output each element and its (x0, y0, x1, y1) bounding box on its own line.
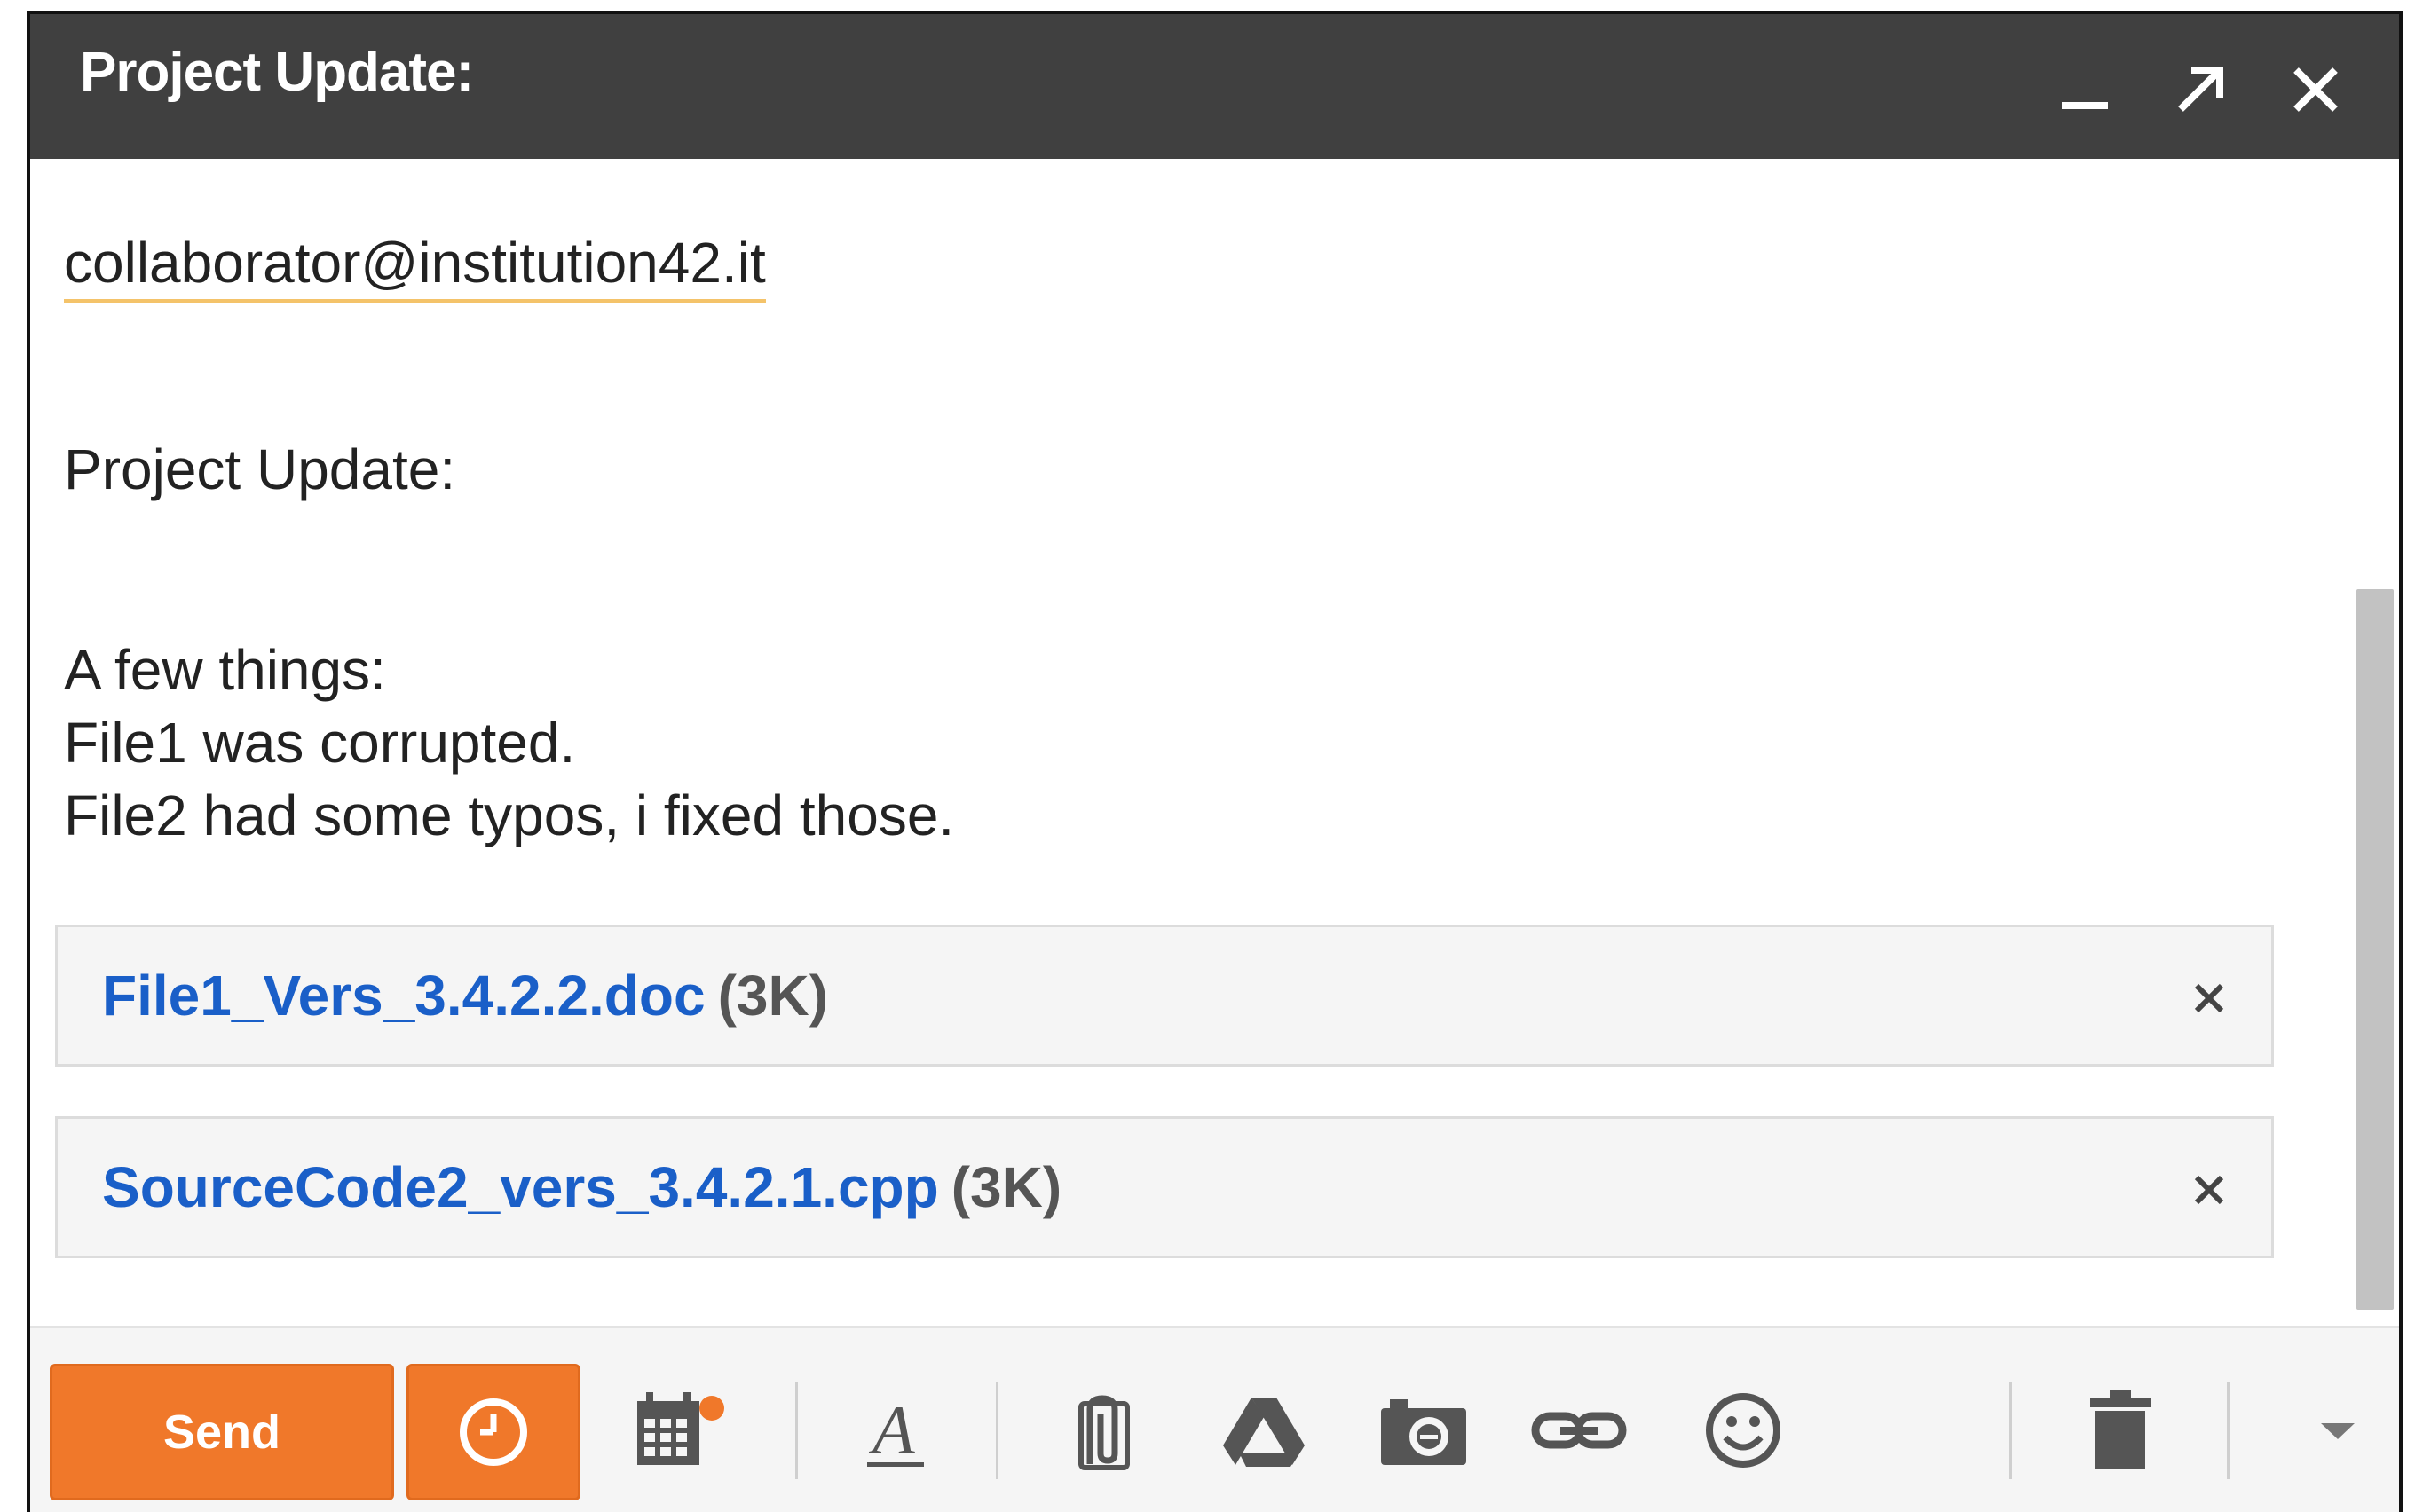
compose-window: Project Update: collaborator@institution… (27, 11, 2403, 1512)
body-scrollbar[interactable] (2356, 589, 2394, 1310)
insert-emoji-icon (1706, 1393, 1780, 1468)
formatting-icon: A (867, 1391, 924, 1469)
google-drive-icon (1223, 1398, 1305, 1467)
screen: Project Update: collaborator@institution… (0, 0, 2423, 1512)
minimize-button[interactable] (2045, 50, 2125, 130)
toolbar-separator (795, 1382, 798, 1479)
compose-title-bar[interactable]: Project Update: (30, 14, 2399, 159)
subject-field[interactable] (30, 367, 2399, 572)
remove-icon (2194, 1175, 2224, 1205)
message-body[interactable]: A few things: File1 was corrupted. File2… (30, 570, 2399, 1326)
minimize-icon (2062, 102, 2108, 109)
attachment-chip: SourceCode2_vers_3.4.2.1.cpp (3K) (55, 1116, 2274, 1258)
schedule-send-clock-icon (460, 1398, 527, 1466)
attachment-size: (3K) (717, 964, 828, 1028)
remove-icon (2194, 983, 2224, 1013)
insert-photo-button[interactable] (1366, 1373, 1481, 1488)
toolbar-separator (996, 1382, 998, 1479)
recipient-chip[interactable]: collaborator@institution42.it (64, 230, 766, 303)
attachment-filename: File1_Vers_3.4.2.2.doc (102, 964, 706, 1028)
body-line: File1 was corrupted. (64, 711, 576, 775)
close-button[interactable] (2276, 50, 2356, 130)
insert-from-drive-button[interactable] (1206, 1373, 1322, 1488)
body-line: A few things: (64, 638, 386, 702)
pop-out-arrow-icon (2178, 67, 2223, 112)
attachment-link[interactable]: File1_Vers_3.4.2.2.doc (3K) (102, 963, 828, 1028)
formatting-options-button[interactable]: A (838, 1373, 953, 1488)
toolbar-separator (2009, 1382, 2012, 1479)
close-icon (2293, 67, 2338, 112)
insert-link-icon (1531, 1412, 1627, 1449)
attachment-chip: File1_Vers_3.4.2.2.doc (3K) (55, 925, 2274, 1067)
attach-files-button[interactable] (1046, 1373, 1162, 1488)
schedule-send-button[interactable] (406, 1364, 580, 1500)
remove-attachment-button[interactable] (2174, 963, 2245, 1034)
more-options-button[interactable] (2280, 1373, 2395, 1488)
remove-attachment-button[interactable] (2174, 1154, 2245, 1225)
insert-link-button[interactable] (1521, 1373, 1637, 1488)
send-button[interactable]: Send (50, 1364, 394, 1500)
body-line: File2 had some typos, i fixed those. (64, 784, 955, 847)
compose-title: Project Update: (80, 42, 474, 103)
recipients-field[interactable]: collaborator@institution42.it (30, 159, 2399, 370)
attachment-filename: SourceCode2_vers_3.4.2.1.cpp (102, 1155, 939, 1219)
discard-draft-button[interactable] (2063, 1373, 2178, 1488)
toolbar-separator (2227, 1382, 2230, 1479)
svg-text:A: A (868, 1391, 915, 1469)
calendar-invite-button[interactable] (620, 1373, 736, 1488)
more-options-icon (2321, 1423, 2355, 1439)
insert-photo-icon (1381, 1399, 1466, 1465)
subject-input[interactable] (64, 429, 2194, 509)
discard-trash-icon (2090, 1390, 2151, 1469)
attachment-size: (3K) (951, 1155, 1062, 1219)
attachment-link[interactable]: SourceCode2_vers_3.4.2.1.cpp (3K) (102, 1154, 1062, 1220)
attach-file-icon (1078, 1395, 1130, 1470)
compose-toolbar: Send A (30, 1326, 2399, 1512)
pop-out-button[interactable] (2160, 50, 2240, 130)
insert-emoji-button[interactable] (1685, 1373, 1801, 1488)
message-body-text[interactable]: A few things: File1 was corrupted. File2… (64, 634, 954, 852)
calendar-invite-icon (637, 1392, 724, 1465)
